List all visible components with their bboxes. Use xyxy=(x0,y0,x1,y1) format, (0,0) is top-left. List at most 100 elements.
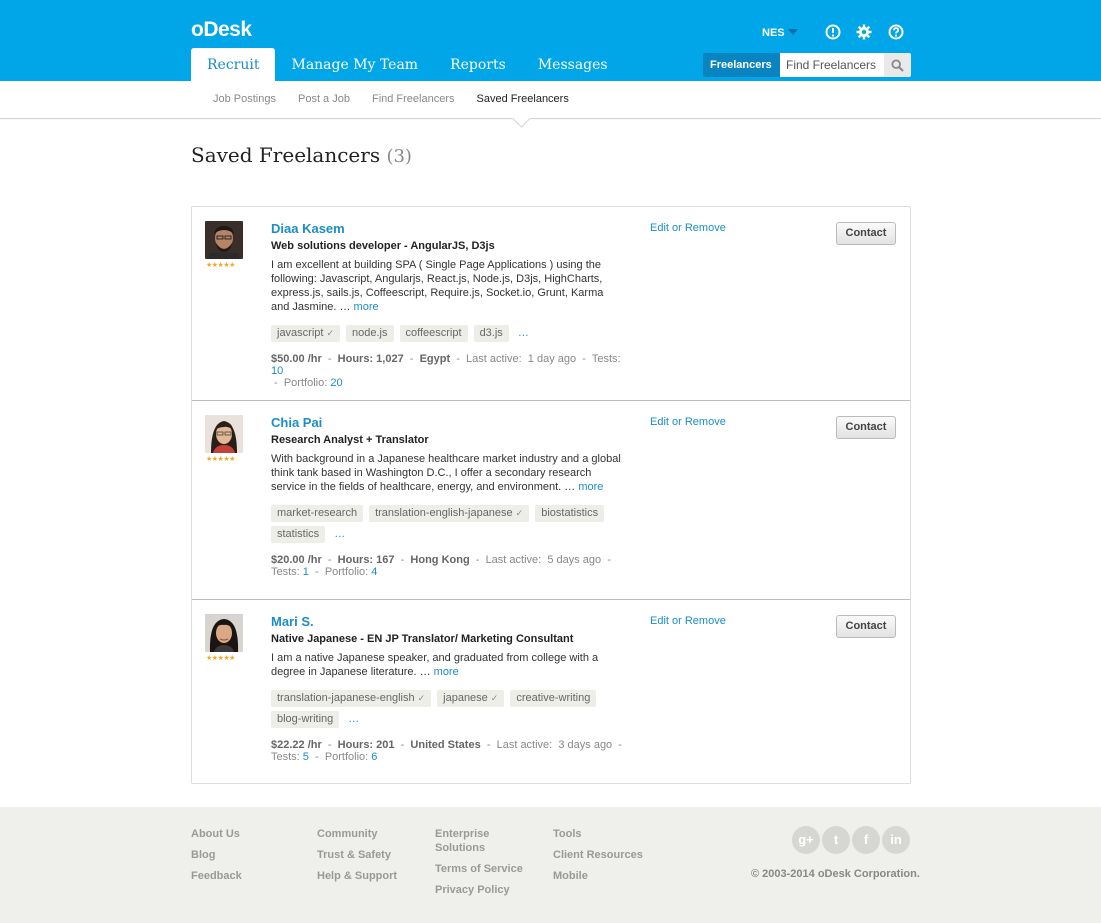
footer-link-mobile[interactable]: Mobile xyxy=(553,869,643,883)
skill-tag[interactable]: d3.js xyxy=(473,325,509,342)
search-scope-select[interactable]: Freelancers xyxy=(703,53,780,77)
avatar[interactable] xyxy=(205,415,243,453)
footer-link-help-support[interactable]: Help & Support xyxy=(317,869,397,883)
odesk-logo[interactable]: oDesk xyxy=(191,18,252,42)
tab-reports[interactable]: Reports xyxy=(434,48,522,81)
search-bar: Freelancers xyxy=(703,53,911,77)
skill-label: creative-writing xyxy=(516,692,591,704)
footer-link-blog[interactable]: Blog xyxy=(191,848,242,862)
footer-column: Community Trust & Safety Help & Support xyxy=(317,827,397,890)
edit-or-remove-link[interactable]: Edit or Remove xyxy=(650,615,726,627)
freelancer-stats: $22.22 /hr - Hours: 201 - United States … xyxy=(271,739,622,763)
avatar[interactable] xyxy=(205,614,243,652)
gear-icon[interactable] xyxy=(856,24,872,40)
saved-freelancers-list: ★★★★★ Diaa Kasem Web solutions developer… xyxy=(191,206,911,784)
skill-label: statistics xyxy=(277,528,320,540)
edit-or-remove-link[interactable]: Edit or Remove xyxy=(650,222,726,234)
sub-nav: Job Postings Post a Job Find Freelancers… xyxy=(0,81,1101,119)
freelancer-name[interactable]: Diaa Kasem xyxy=(271,221,345,236)
last-active-label: Last active: xyxy=(496,739,553,751)
freelancer-title: Native Japanese - EN JP Translator/ Mark… xyxy=(271,633,574,645)
skill-tag[interactable]: japanese ✓ xyxy=(437,690,505,707)
tab-messages[interactable]: Messages xyxy=(522,48,624,81)
contact-button[interactable]: Contact xyxy=(836,416,896,439)
user-menu[interactable]: NES xyxy=(762,27,798,39)
contact-button[interactable]: Contact xyxy=(836,222,896,245)
subnav-job-postings[interactable]: Job Postings xyxy=(191,81,287,118)
freelancer-name[interactable]: Chia Pai xyxy=(271,415,322,430)
country: Egypt xyxy=(419,353,451,365)
more-link[interactable]: more xyxy=(434,666,459,678)
hours-worked: Hours: 201 xyxy=(337,739,395,751)
skill-tag[interactable]: blog-writing xyxy=(271,711,340,728)
linkedin-icon[interactable]: in xyxy=(882,826,910,854)
skill-tag[interactable]: market-research xyxy=(271,505,364,522)
more-skills-link[interactable]: … xyxy=(331,526,348,543)
freelancer-title: Web solutions developer - AngularJS, D3j… xyxy=(271,240,495,252)
rating-stars: ★★★★★ xyxy=(206,262,235,269)
subnav-post-a-job[interactable]: Post a Job xyxy=(287,81,361,118)
footer-link-community[interactable]: Community xyxy=(317,827,397,841)
portfolio-label: Portfolio: xyxy=(283,377,328,389)
subnav-find-freelancers[interactable]: Find Freelancers xyxy=(361,81,466,118)
top-header: oDesk NES Recruit Manage My Team Reports… xyxy=(0,0,1101,81)
footer-link-feedback[interactable]: Feedback xyxy=(191,869,242,883)
freelancer-name[interactable]: Mari S. xyxy=(271,614,314,629)
tests-link[interactable]: 10 xyxy=(271,365,283,377)
skill-tag[interactable]: coffeescript xyxy=(399,325,468,342)
portfolio-link[interactable]: 6 xyxy=(371,751,377,763)
more-link[interactable]: more xyxy=(354,301,379,313)
description-text: With background in a Japanese healthcare… xyxy=(271,453,621,493)
tests-label: Tests: xyxy=(271,751,300,763)
more-link[interactable]: more xyxy=(578,481,603,493)
tests-link[interactable]: 1 xyxy=(303,566,309,578)
main-nav: Recruit Manage My Team Reports Messages xyxy=(191,48,624,81)
skill-tag[interactable]: biostatistics xyxy=(535,505,605,522)
skills-list: market-research translation-english-japa… xyxy=(271,505,621,543)
copyright: © 2003-2014 oDesk Corporation. xyxy=(751,868,920,880)
country: Hong Kong xyxy=(410,554,470,566)
help-icon[interactable] xyxy=(888,24,904,40)
portfolio-link[interactable]: 4 xyxy=(371,566,377,578)
user-name: NES xyxy=(762,27,785,39)
search-button[interactable] xyxy=(884,53,911,77)
footer-link-terms-of-service[interactable]: Terms of Service xyxy=(435,862,525,876)
skill-tag[interactable]: translation-japanese-english ✓ xyxy=(271,690,432,707)
tab-manage-my-team[interactable]: Manage My Team xyxy=(275,48,434,81)
alert-icon[interactable] xyxy=(825,24,841,40)
footer-link-privacy-policy[interactable]: Privacy Policy xyxy=(435,883,525,897)
twitter-icon[interactable]: t xyxy=(822,826,850,854)
search-input[interactable] xyxy=(780,53,884,77)
footer-link-trust-safety[interactable]: Trust & Safety xyxy=(317,848,397,862)
tests-link[interactable]: 5 xyxy=(303,751,309,763)
chevron-down-icon xyxy=(787,29,798,35)
skills-list: javascript ✓ node.js coffeescript d3.js … xyxy=(271,325,621,342)
google-plus-icon[interactable]: g+ xyxy=(792,826,820,854)
page-title: Saved Freelancers (3) xyxy=(191,143,412,167)
footer-link-client-resources[interactable]: Client Resources xyxy=(553,848,643,862)
facebook-icon[interactable]: f xyxy=(852,826,880,854)
skill-tag[interactable]: node.js xyxy=(346,325,394,342)
freelancer-card: ★★★★★ Mari S. Native Japanese - EN JP Tr… xyxy=(192,599,910,783)
footer-link-enterprise-solutions[interactable]: Enterprise Solutions xyxy=(435,827,525,855)
rating-stars: ★★★★★ xyxy=(206,655,235,662)
skill-tag[interactable]: javascript ✓ xyxy=(271,325,341,342)
footer-link-about-us[interactable]: About Us xyxy=(191,827,242,841)
more-skills-link[interactable]: … xyxy=(515,325,532,342)
freelancer-description: I am excellent at building SPA ( Single … xyxy=(271,258,621,314)
tab-recruit[interactable]: Recruit xyxy=(191,48,276,81)
edit-or-remove-link[interactable]: Edit or Remove xyxy=(650,416,726,428)
skill-tag[interactable]: creative-writing xyxy=(510,690,597,707)
skill-tag[interactable]: statistics xyxy=(271,526,326,543)
footer: About Us Blog Feedback Community Trust &… xyxy=(0,807,1101,923)
avatar[interactable] xyxy=(205,221,243,259)
skill-tag[interactable]: translation-english-japanese ✓ xyxy=(369,505,530,522)
contact-button[interactable]: Contact xyxy=(836,615,896,638)
hours-worked: Hours: 167 xyxy=(337,554,395,566)
skill-label: translation-japanese-english xyxy=(277,692,415,704)
portfolio-link[interactable]: 20 xyxy=(330,377,342,389)
footer-link-tools[interactable]: Tools xyxy=(553,827,643,841)
more-skills-link[interactable]: … xyxy=(345,711,362,728)
last-active-label: Last active: xyxy=(466,353,522,365)
freelancer-stats: $50.00 /hr - Hours: 1,027 - Egypt - Last… xyxy=(271,353,621,389)
